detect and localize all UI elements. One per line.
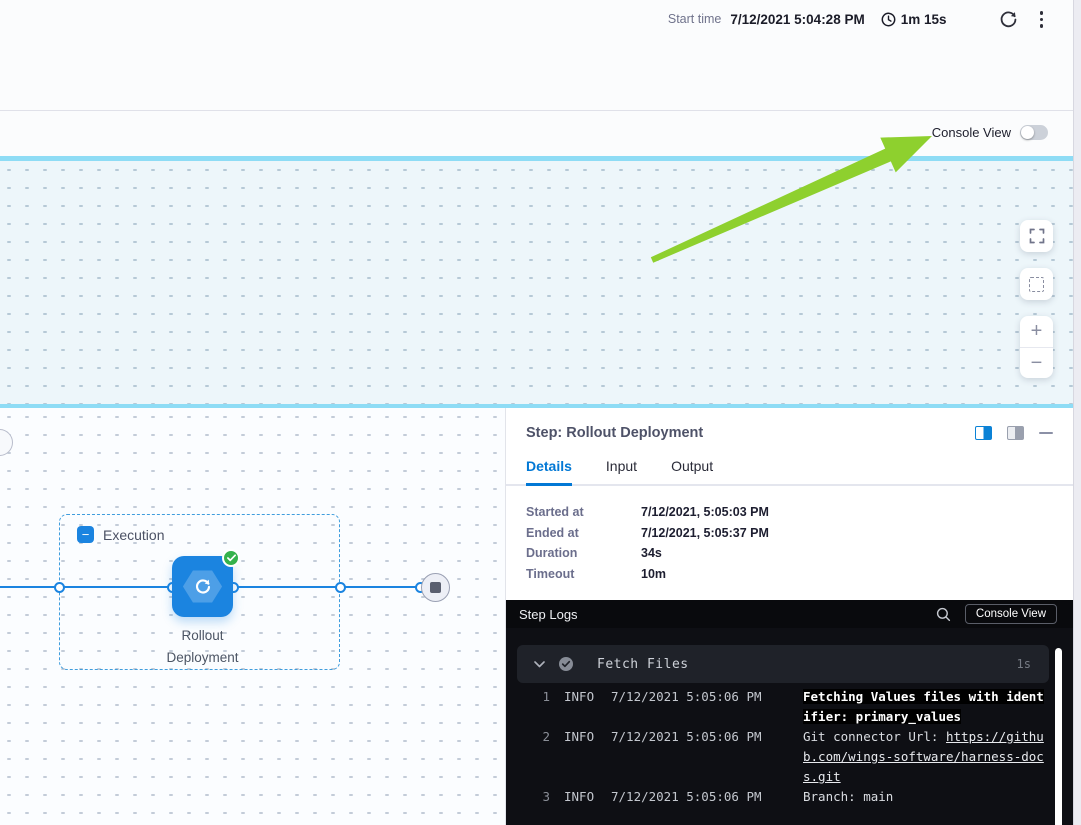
connector-port	[54, 582, 65, 593]
split-view-bottom-icon[interactable]	[1007, 426, 1024, 440]
refresh-button[interactable]	[999, 10, 1018, 29]
search-icon[interactable]	[936, 607, 951, 622]
step-logs-body: Fetch Files 1s 1 INFO 7/12/2021 5:05:06 …	[506, 628, 1073, 825]
chevron-down-icon[interactable]	[534, 661, 545, 668]
detail-row-duration: Duration 34s	[526, 546, 1053, 560]
marquee-select-button[interactable]	[1020, 268, 1053, 300]
node-title: Rollout Deployment	[132, 625, 273, 669]
execution-header-bar: Start time 7/12/2021 5:04:28 PM 1m 15s	[0, 0, 1073, 111]
step-logs: Step Logs Console View Fetch Fi	[506, 600, 1073, 825]
fullscreen-button[interactable]	[1020, 220, 1053, 252]
console-view-button[interactable]: Console View	[965, 604, 1057, 624]
elapsed-duration: 1m 15s	[901, 12, 947, 27]
log-level: INFO	[564, 727, 597, 747]
app-window: Start time 7/12/2021 5:04:28 PM 1m 15s C…	[0, 0, 1073, 825]
log-line-number: 2	[517, 727, 550, 747]
detail-label: Started at	[526, 505, 641, 519]
node-hexagon	[183, 570, 223, 604]
log-section-name: Fetch Files	[597, 657, 1017, 672]
step-details-panel: Step: Rollout Deployment Details Input O…	[505, 408, 1073, 825]
log-level: INFO	[564, 787, 597, 807]
time-cluster: Start time 7/12/2021 5:04:28 PM 1m 15s	[668, 9, 1045, 30]
logs-scrollbar[interactable]	[1055, 648, 1062, 825]
step-logs-header: Step Logs Console View	[506, 600, 1073, 628]
step-success-icon	[558, 656, 574, 672]
minimize-panel-icon[interactable]	[1039, 432, 1053, 435]
log-text: Git connector Url:	[803, 729, 946, 744]
end-node[interactable]	[421, 573, 450, 602]
log-timestamp: 7/12/2021 5:05:06 PM	[611, 687, 789, 707]
detail-value: 7/12/2021, 5:05:03 PM	[641, 505, 769, 519]
zoom-in-button[interactable]: +	[1020, 316, 1053, 347]
start-time-label: Start time	[668, 12, 722, 26]
node-title-line2: Deployment	[132, 647, 273, 669]
panel-header: Step: Rollout Deployment	[506, 408, 1073, 441]
collapse-group-button[interactable]: −	[77, 526, 94, 543]
step-logs-title: Step Logs	[519, 607, 936, 622]
log-timestamp: 7/12/2021 5:05:06 PM	[611, 727, 789, 747]
zoom-group: + −	[1020, 316, 1053, 378]
execution-group-label: Execution	[103, 527, 164, 543]
previous-node-partial	[0, 429, 13, 456]
log-message: Branch: main	[803, 787, 1049, 807]
log-message: Git connector Url: https://github.com/wi…	[803, 727, 1049, 787]
log-line: 3 INFO 7/12/2021 5:05:06 PM Branch: main	[517, 787, 1073, 807]
detail-value: 10m	[641, 567, 666, 581]
toggle-knob	[1021, 126, 1034, 139]
clock-icon	[881, 12, 896, 27]
log-section-fetch-files[interactable]: Fetch Files 1s	[517, 645, 1049, 683]
rollout-deployment-node[interactable]	[172, 556, 233, 617]
console-view-label: Console View	[932, 125, 1011, 140]
page-edge-strip	[1073, 0, 1081, 825]
log-line-number: 3	[517, 787, 550, 807]
log-line: 1 INFO 7/12/2021 5:05:06 PM Fetching Val…	[517, 687, 1073, 727]
stop-square-icon	[430, 582, 441, 593]
detail-row-timeout: Timeout 10m	[526, 567, 1053, 581]
graph-toolbar: Console View	[0, 111, 1073, 156]
log-level: INFO	[564, 687, 597, 707]
rollout-icon	[193, 577, 213, 597]
console-view-toggle[interactable]	[1020, 125, 1048, 140]
log-rows: 1 INFO 7/12/2021 5:05:06 PM Fetching Val…	[517, 687, 1073, 807]
panel-tabs: Details Input Output	[506, 458, 1073, 486]
detail-row-started: Started at 7/12/2021, 5:05:03 PM	[526, 505, 1053, 519]
panel-title: Step: Rollout Deployment	[526, 425, 975, 441]
detail-row-ended: Ended at 7/12/2021, 5:05:37 PM	[526, 526, 1053, 540]
connector-port	[335, 582, 346, 593]
pipeline-canvas[interactable]: + −	[0, 161, 1073, 404]
detail-label: Ended at	[526, 526, 641, 540]
zoom-out-button[interactable]: −	[1020, 347, 1053, 378]
execution-graph-canvas[interactable]: − Execution Rollout Deployment	[0, 408, 505, 825]
tab-input[interactable]: Input	[606, 458, 637, 484]
split-view-right-icon[interactable]	[975, 426, 992, 440]
panel-view-icons	[975, 426, 1053, 440]
highlighted-log-text: Fetching Values files with identifier: p…	[803, 689, 1044, 724]
success-check-badge	[222, 549, 240, 567]
log-timestamp: 7/12/2021 5:05:06 PM	[611, 787, 789, 807]
tab-details[interactable]: Details	[526, 458, 572, 486]
start-time-value: 7/12/2021 5:04:28 PM	[730, 12, 864, 27]
detail-label: Timeout	[526, 567, 641, 581]
log-message: Fetching Values files with identifier: p…	[803, 687, 1049, 727]
node-title-line1: Rollout	[132, 625, 273, 647]
log-line: 2 INFO 7/12/2021 5:05:06 PM Git connecto…	[517, 727, 1073, 787]
detail-value: 34s	[641, 546, 662, 560]
details-grid: Started at 7/12/2021, 5:05:03 PM Ended a…	[506, 486, 1073, 587]
log-line-number: 1	[517, 687, 550, 707]
marquee-icon	[1029, 277, 1044, 292]
log-section-duration: 1s	[1017, 657, 1031, 671]
tab-output[interactable]: Output	[671, 458, 713, 484]
detail-value: 7/12/2021, 5:05:37 PM	[641, 526, 769, 540]
canvas-controls: + −	[1020, 220, 1053, 378]
console-view-control: Console View	[932, 125, 1048, 140]
detail-label: Duration	[526, 546, 641, 560]
more-options-kebab-icon[interactable]	[1038, 9, 1046, 30]
bottom-split: − Execution Rollout Deployment	[0, 408, 1073, 825]
